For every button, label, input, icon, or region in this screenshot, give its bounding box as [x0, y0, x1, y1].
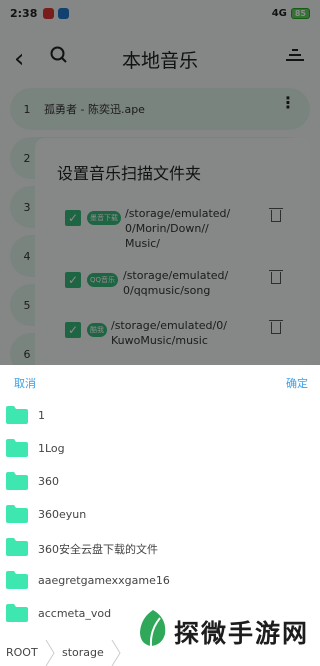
breadcrumb-current[interactable]: storage [62, 646, 104, 659]
watermark: 探微手游网 [132, 596, 320, 666]
folder-name: 360 [38, 475, 59, 488]
folder-name: 360eyun [38, 508, 87, 521]
folder-icon [6, 505, 28, 523]
folder-name: 360安全云盘下载的文件 [38, 543, 158, 556]
confirm-button[interactable]: 确定 [286, 375, 308, 391]
sheet-header: 取消 确定 [0, 365, 320, 399]
folder-icon [6, 472, 28, 490]
folder-item[interactable]: aaegretgamexxgame16 [0, 565, 320, 598]
folder-icon [6, 406, 28, 424]
folder-item[interactable]: 1 [0, 400, 320, 433]
folder-name: 1Log [38, 442, 65, 455]
folder-icon [6, 439, 28, 457]
folder-icon [6, 538, 28, 556]
folder-item[interactable]: 360eyun [0, 499, 320, 532]
chevron-right-icon [45, 640, 55, 666]
folder-icon [6, 571, 28, 589]
folder-item[interactable]: 360安全云盘下载的文件 [0, 532, 320, 565]
watermark-text: 探微手游网 [174, 619, 310, 648]
folder-item[interactable]: 360 [0, 466, 320, 499]
leaf-logo-icon [140, 610, 166, 647]
chevron-right-icon [111, 640, 121, 666]
folder-name: 1 [38, 409, 45, 422]
folder-name: aaegretgamexxgame16 [38, 574, 170, 587]
folder-item[interactable]: 1Log [0, 433, 320, 466]
breadcrumb-root[interactable]: ROOT [6, 646, 38, 659]
cancel-button[interactable]: 取消 [14, 375, 36, 391]
folder-name: accmeta_vod [38, 607, 112, 620]
folder-icon [6, 604, 28, 622]
